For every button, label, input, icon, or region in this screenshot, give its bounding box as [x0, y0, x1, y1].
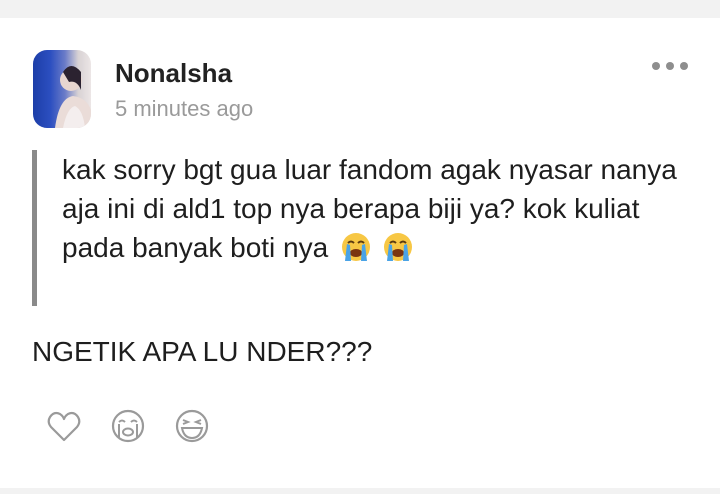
crying-face-emoji-icon [383, 233, 412, 261]
crying-face-emoji-icon [342, 233, 370, 261]
post-card: Nonalsha 5 minutes ago kak sorry bgt gua… [0, 18, 720, 488]
post-timestamp: 5 minutes ago [115, 96, 254, 121]
dot [666, 62, 674, 70]
dot [680, 62, 688, 70]
laughing-face-outline-icon [175, 409, 209, 443]
quote-bar [32, 150, 37, 306]
more-options-icon[interactable] [652, 56, 688, 76]
post-message: NGETIK APA LU NDER??? [32, 336, 373, 367]
quoted-message-emojis [340, 231, 416, 273]
username[interactable]: Nonalsha [115, 58, 232, 89]
laugh-reaction-button[interactable] [174, 408, 210, 444]
cry-reaction-button[interactable] [110, 408, 146, 444]
crying-face-outline-icon [111, 409, 145, 443]
avatar[interactable] [33, 50, 91, 128]
quoted-message: kak sorry bgt gua luar fandom agak nyasa… [62, 150, 682, 273]
dot [652, 62, 660, 70]
like-button[interactable] [46, 408, 82, 444]
heart-outline-icon [47, 411, 81, 442]
